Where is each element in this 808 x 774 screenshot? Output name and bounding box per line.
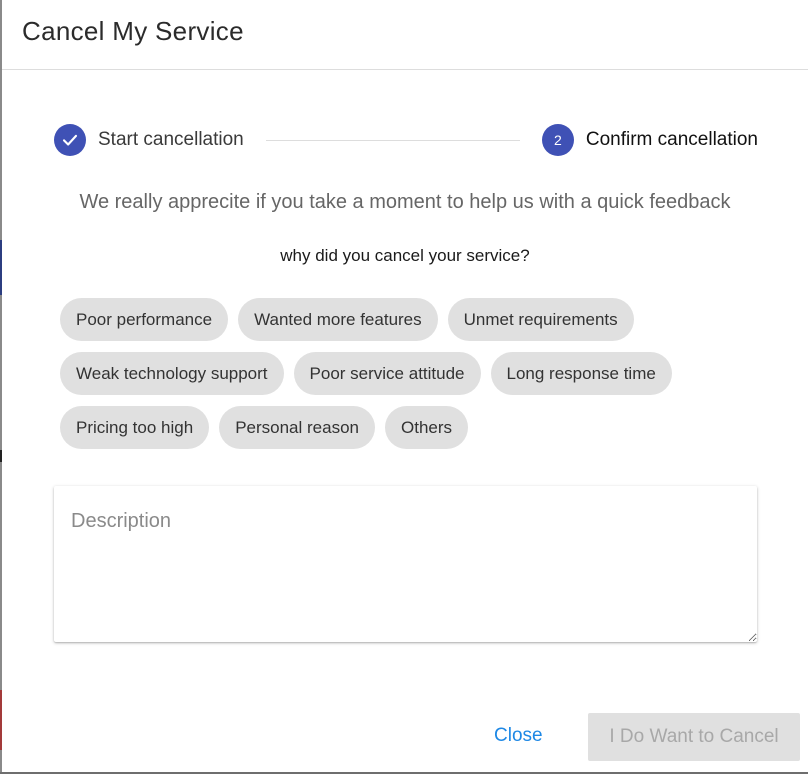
cancel-service-dialog: Cancel My Service Start cancellation 2 C… [2, 0, 808, 772]
reason-chip[interactable]: Poor performance [60, 298, 229, 341]
reason-chip[interactable]: Wanted more features [238, 298, 438, 341]
reason-chip[interactable]: Personal reason [219, 406, 375, 449]
step-label: Confirm cancellation [585, 129, 758, 150]
step-number-badge: 2 [541, 124, 574, 156]
step-label: Start cancellation [98, 129, 244, 150]
step-connector [266, 140, 520, 141]
dialog-title: Cancel My Service [22, 16, 244, 46]
close-button[interactable]: Close [480, 714, 557, 758]
step-start-cancellation[interactable]: Start cancellation [54, 124, 244, 156]
reason-chip[interactable]: Long response time [490, 352, 672, 395]
stepper: Start cancellation 2 Confirm cancellatio… [54, 124, 758, 156]
feedback-intro: We really apprecite if you take a moment… [79, 191, 731, 213]
confirm-cancel-button[interactable]: I Do Want to Cancel [588, 713, 800, 761]
reason-chip[interactable]: Poor service attitude [293, 352, 481, 395]
reason-chip[interactable]: Pricing too high [60, 406, 210, 449]
description-input[interactable] [54, 486, 757, 642]
reason-chip[interactable]: Unmet requirements [447, 298, 634, 341]
step-completed-badge [54, 124, 86, 156]
reason-chip[interactable]: Others [385, 406, 469, 449]
step-confirm-cancellation[interactable]: 2 Confirm cancellation [541, 124, 758, 156]
feedback-question: why did you cancel your service? [280, 246, 530, 265]
reason-chip-list: Poor performance Wanted more features Un… [60, 298, 760, 449]
dialog-header: Cancel My Service [2, 0, 808, 70]
reason-chip[interactable]: Weak technology support [60, 352, 284, 395]
check-icon [62, 134, 78, 146]
